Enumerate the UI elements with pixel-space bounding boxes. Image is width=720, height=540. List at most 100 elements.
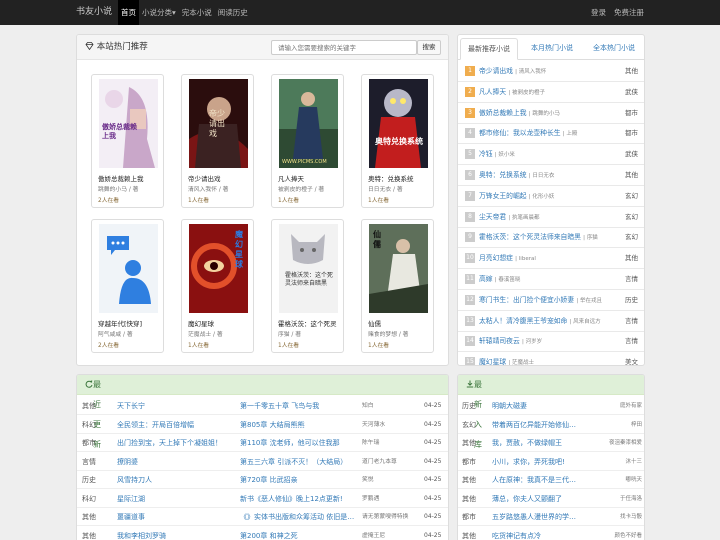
- rank-book-title[interactable]: 凡人捧天: [479, 88, 506, 96]
- rank-book-title[interactable]: 月亮幻想症: [479, 254, 513, 262]
- ranking-item[interactable]: 1 帝少请出戏 | 清风入我怀 其他: [458, 61, 644, 83]
- rank-book-title[interactable]: 都市修仙：我以龙壶种长生: [479, 129, 561, 137]
- rank-book-link[interactable]: 傲娇总裁赖上我 | 跳舞的小马: [479, 103, 560, 125]
- rank-book-link[interactable]: 高嫁 | 春溪笛晓: [479, 269, 520, 291]
- book-card[interactable]: 穿越年代[快穿] 阿气咸咸 / 著 2人在看: [91, 219, 164, 353]
- rank-book-link[interactable]: 尘天帝君 | 执笔画晨都: [479, 207, 539, 229]
- book-cover[interactable]: 奥特兑换系统: [369, 79, 428, 168]
- rank-book-link[interactable]: 凡人捧天 | 被剥皮的橙子: [479, 82, 545, 104]
- rank-book-link[interactable]: 帝少请出戏 | 清风入我怀: [479, 61, 546, 83]
- register-link[interactable]: 免费注册: [614, 0, 644, 25]
- update-book-title[interactable]: 风雪持刀人: [117, 471, 235, 489]
- book-title[interactable]: 穿越年代[快穿]: [98, 318, 142, 328]
- book-card[interactable]: 仙儒 仙儒 赌食的梦想 / 著 1人在看: [361, 219, 434, 353]
- update-chapter[interactable]: 第五三六章 引派不灭！（大结局）: [240, 453, 360, 471]
- book-title[interactable]: 帝少请出戏: [188, 173, 221, 183]
- rank-book-title[interactable]: 帝少请出戏: [479, 67, 513, 75]
- rank-book-link[interactable]: 冷钰 | 妖小米: [479, 144, 515, 166]
- update-book-title[interactable]: 我和李相刘罗骑: [117, 527, 235, 540]
- ranking-item[interactable]: 8 尘天帝君 | 执笔画晨都 玄幻: [458, 207, 644, 229]
- newin-book-title[interactable]: 小川，求你，弄死我吧!: [492, 453, 590, 471]
- rank-book-link[interactable]: 寒门书生：出门捡个便宜小娇妻 | 举在戎且: [479, 290, 602, 312]
- book-card[interactable]: WWW.PICMS.COM 凡人捧天 被剥皮的橙子 / 著 1人在看: [271, 74, 344, 208]
- rank-book-title[interactable]: 冷钰: [479, 150, 493, 158]
- rank-book-link[interactable]: 都市修仙：我以龙壶种长生 | 上殿: [479, 123, 577, 145]
- tab-completed-hot[interactable]: 全本热门小说: [586, 38, 642, 60]
- rank-book-title[interactable]: 万锋女王的崛起: [479, 192, 527, 200]
- ranking-item[interactable]: 12 寒门书生：出门捡个便宜小娇妻 | 举在戎且 历史: [458, 290, 644, 312]
- rank-book-title[interactable]: 傲娇总裁赖上我: [479, 109, 527, 117]
- ranking-item[interactable]: 4 都市修仙：我以龙壶种长生 | 上殿 都市: [458, 123, 644, 145]
- ranking-item[interactable]: 14 轩辕靖司夜云 | 河岁岁 言情: [458, 331, 644, 353]
- rank-book-title[interactable]: 高嫁: [479, 275, 493, 283]
- ranking-item[interactable]: 6 奥特：兑换系统 | 日日无衣 其他: [458, 165, 644, 187]
- book-cover[interactable]: 傲娇总裁赖上我: [99, 79, 158, 168]
- search-input[interactable]: [271, 40, 417, 55]
- rank-book-link[interactable]: 奥特：兑换系统 | 日日无衣: [479, 165, 554, 187]
- ranking-item[interactable]: 3 傲娇总裁赖上我 | 跳舞的小马 都市: [458, 103, 644, 125]
- book-card[interactable]: 奥特兑换系统 奥特：兑换系统 日日无衣 / 著 1人在看: [361, 74, 434, 208]
- newin-book-title[interactable]: 明朝大磁妻: [492, 397, 590, 415]
- site-brand[interactable]: 书友小说: [76, 0, 112, 25]
- newin-book-title[interactable]: 带着两百亿异能开始修仙…: [492, 416, 590, 434]
- newin-book-title[interactable]: 人在原神：我真不是三代…: [492, 471, 590, 489]
- ranking-item[interactable]: 11 高嫁 | 春溪笛晓 言情: [458, 269, 644, 291]
- update-book-title[interactable]: 天下长宁: [117, 397, 235, 415]
- update-chapter[interactable]: 新书《恶人修仙》晚上12点更新!: [240, 490, 360, 508]
- rank-book-link[interactable]: 魔幻星球 | 茫魔战士: [479, 352, 534, 365]
- ranking-item[interactable]: 2 凡人捧天 | 被剥皮的橙子 武侠: [458, 82, 644, 104]
- update-book-title[interactable]: 星际江湖: [117, 490, 235, 508]
- book-card[interactable]: 傲娇总裁赖上我 傲娇总裁赖上我 跳舞的小马 / 著 2人在看: [91, 74, 164, 208]
- update-book-title[interactable]: 出门捡到宝，天上掉下个凝姐姐！: [117, 434, 235, 452]
- search-button[interactable]: 搜索: [417, 40, 441, 55]
- tab-latest-recommend[interactable]: 最新推荐小说: [460, 38, 518, 60]
- book-title[interactable]: 凡人捧天: [278, 173, 304, 183]
- ranking-item[interactable]: 5 冷钰 | 妖小米 武侠: [458, 144, 644, 166]
- ranking-item[interactable]: 9 霍格沃茨：这个死灵法师来自暗黑 | 序猫 玄幻: [458, 227, 644, 249]
- rank-book-title[interactable]: 魔幻星球: [479, 358, 506, 365]
- ranking-item[interactable]: 7 万锋女王的崛起 | 化形小妖 玄幻: [458, 186, 644, 208]
- rank-book-title[interactable]: 太粘人！清冷腹黑王爷宠如命: [479, 317, 567, 325]
- book-cover[interactable]: [99, 224, 158, 313]
- update-chapter[interactable]: 第一千零五十章 飞鸟与我: [240, 397, 360, 415]
- rank-book-title[interactable]: 轩辕靖司夜云: [479, 337, 520, 345]
- book-card[interactable]: 霍格沃茨：这个死灵法师来自暗黑 霍格沃茨：这个死灵 序猫 / 著 1人在看: [271, 219, 344, 353]
- book-card[interactable]: 魔幻星球 魔幻星球 茫魔战士 / 著 1人在看: [181, 219, 254, 353]
- newin-book-title[interactable]: 吃货神记有点冷: [492, 527, 590, 540]
- book-title[interactable]: 霍格沃茨：这个死灵: [278, 318, 337, 328]
- book-cover[interactable]: 帝少请出戏: [189, 79, 248, 168]
- rank-book-link[interactable]: 万锋女王的崛起 | 化形小妖: [479, 186, 554, 208]
- rank-book-link[interactable]: 霍格沃茨：这个死灵法师来自暗黑 | 序猫: [479, 227, 598, 249]
- nav-home[interactable]: 首页: [118, 0, 139, 25]
- update-chapter[interactable]: 第805章 大结局熊熊: [240, 416, 360, 434]
- newin-book-title[interactable]: 薄总，你夫人又颤翻了: [492, 490, 590, 508]
- update-chapter[interactable]: 第200章 和神之死: [240, 527, 360, 540]
- rank-book-title[interactable]: 霍格沃茨：这个死灵法师来自暗黑: [479, 233, 581, 241]
- book-title[interactable]: 奥特：兑换系统: [368, 173, 414, 183]
- book-cover[interactable]: 仙儒: [369, 224, 428, 313]
- ranking-item[interactable]: 13 太粘人！清冷腹黑王爷宠如命 | 风来自远方 言情: [458, 311, 644, 333]
- nav-completed[interactable]: 完本小说: [179, 0, 215, 25]
- ranking-item[interactable]: 15 魔幻星球 | 茫魔战士 美文: [458, 352, 644, 365]
- book-cover[interactable]: 魔幻星球: [189, 224, 248, 313]
- update-book-title[interactable]: 撩阴婆: [117, 453, 235, 471]
- nav-history[interactable]: 阅读历史: [215, 0, 251, 25]
- rank-book-title[interactable]: 寒门书生：出门捡个便宜小娇妻: [479, 296, 574, 304]
- book-title[interactable]: 傲娇总裁赖上我: [98, 173, 144, 183]
- book-card[interactable]: 帝少请出戏 帝少请出戏 清风入我怀 / 著 1人在看: [181, 74, 254, 208]
- nav-categories[interactable]: 小说分类▾: [139, 0, 179, 25]
- rank-book-link[interactable]: 太粘人！清冷腹黑王爷宠如命 | 风来自远方: [479, 311, 601, 333]
- newin-book-title[interactable]: 我，贾赦，不做绿帽王: [492, 434, 590, 452]
- rank-book-link[interactable]: 轩辕靖司夜云 | 河岁岁: [479, 331, 542, 353]
- book-cover[interactable]: 霍格沃茨：这个死灵法师来自暗黑: [279, 224, 338, 313]
- update-book-title[interactable]: 全民领主：开局百倍增幅: [117, 416, 235, 434]
- login-link[interactable]: 登录: [591, 0, 606, 25]
- book-title[interactable]: 仙儒: [368, 318, 381, 328]
- book-cover[interactable]: WWW.PICMS.COM: [279, 79, 338, 168]
- rank-book-title[interactable]: 尘天帝君: [479, 213, 506, 221]
- update-chapter[interactable]: 《》实体书出版和众筹活动 依旧是…: [240, 508, 360, 526]
- newin-book-title[interactable]: 五岁路悠愚人漫世界的学…: [492, 508, 590, 526]
- book-title[interactable]: 魔幻星球: [188, 318, 214, 328]
- tab-monthly-hot[interactable]: 本月热门小说: [524, 38, 580, 60]
- update-chapter[interactable]: 第720章 比武招亲: [240, 471, 360, 489]
